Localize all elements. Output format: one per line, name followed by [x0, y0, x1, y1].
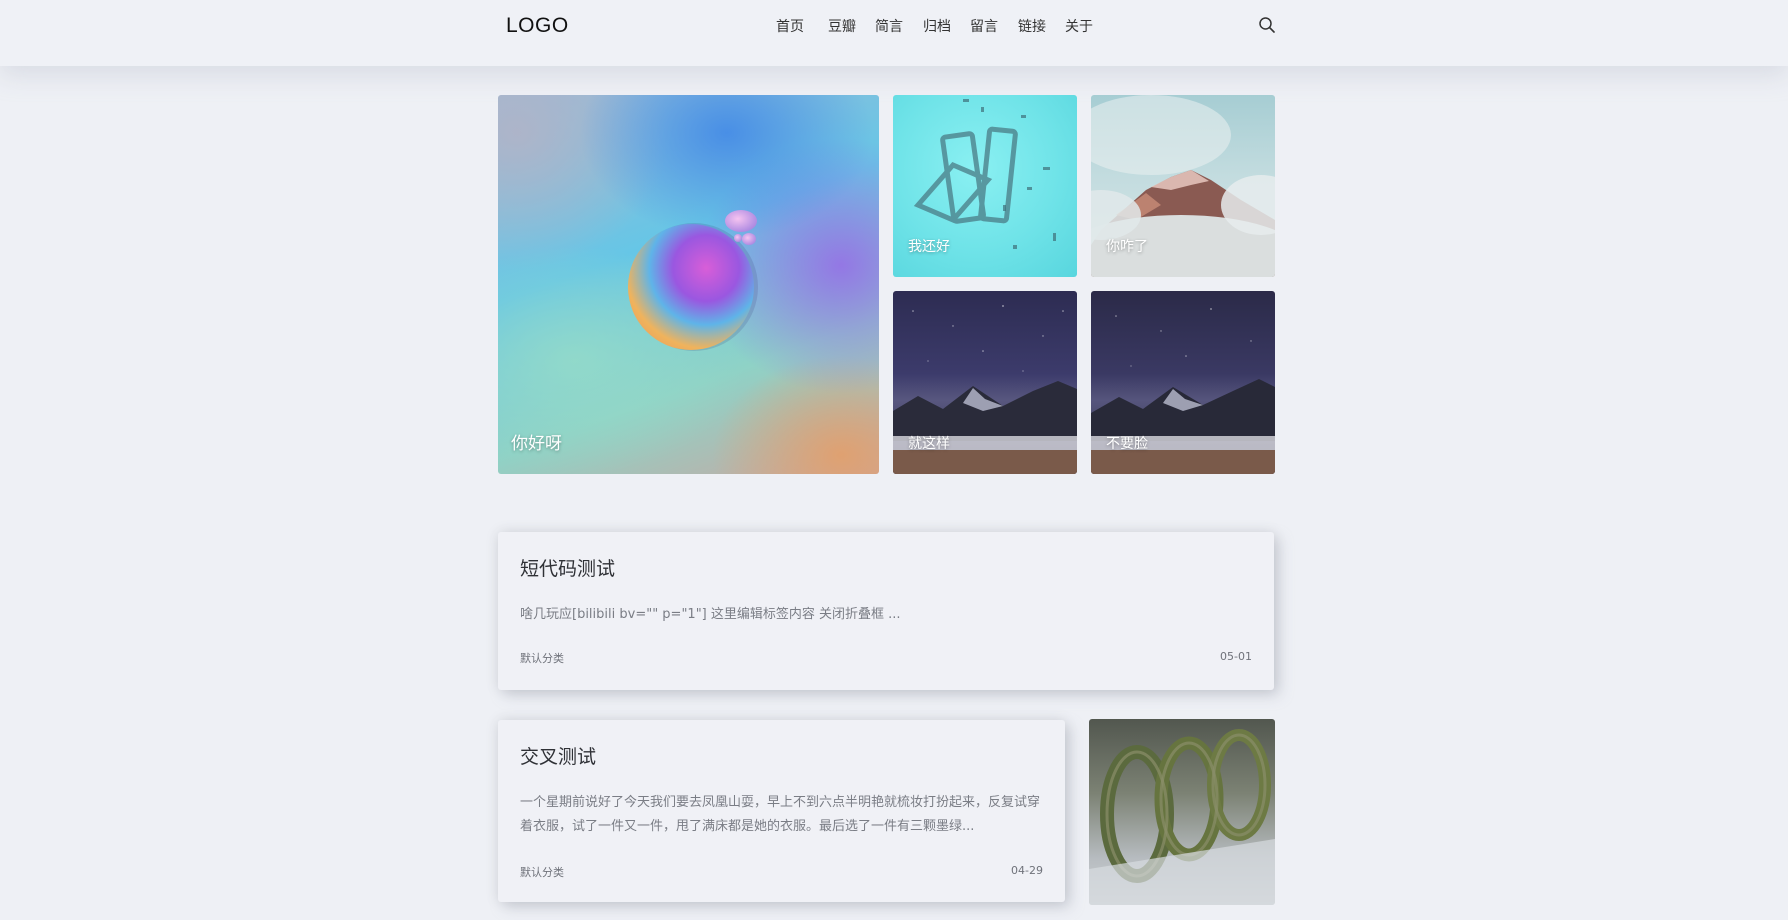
nav-item-notes[interactable]: 简言 [875, 16, 903, 36]
post-date: 04-29 [1011, 864, 1043, 877]
nav-item-links[interactable]: 链接 [1018, 16, 1046, 36]
featured-tile-2[interactable]: 你咋了 [1091, 95, 1275, 277]
featured-tile-3-caption: 就这样 [908, 436, 950, 452]
nav-item-archive[interactable]: 归档 [923, 16, 951, 36]
site-logo[interactable]: LOGO [506, 14, 569, 38]
featured-tile-1[interactable]: 我还好 [893, 95, 1077, 277]
featured-tile-4[interactable]: 不要脸 [1091, 291, 1275, 474]
post-title[interactable]: 短代码测试 [520, 554, 615, 581]
post-category[interactable]: 默认分类 [520, 864, 564, 880]
sphere-artwork [628, 210, 758, 351]
nav-item-guestbook[interactable]: 留言 [970, 16, 998, 36]
post-card[interactable]: 交叉测试 一个星期前说好了今天我们要去凤凰山耍，早上不到六点半明艳就梳妆打扮起来… [498, 720, 1065, 902]
post-thumbnail[interactable] [1089, 719, 1275, 905]
nav-item-douban[interactable]: 豆瓣 [828, 16, 856, 36]
mossy-rings-artwork [1089, 729, 1275, 905]
nav-item-about[interactable]: 关于 [1065, 16, 1093, 36]
page-bottom-edge [0, 920, 1788, 924]
post-excerpt: 一个星期前说好了今天我们要去凤凰山耍，早上不到六点半明艳就梳妆打扮起来，反复试穿… [520, 795, 1041, 834]
post-card[interactable]: 短代码测试 啥几玩应[bilibili bv="" p="1"] 这里编辑标签内… [498, 532, 1274, 690]
nav-item-home[interactable]: 首页 [776, 16, 804, 36]
featured-tile-3[interactable]: 就这样 [893, 291, 1077, 474]
site-header: LOGO 首页 豆瓣 简言 归档 留言 链接 关于 [0, 0, 1788, 66]
featured-tile-2-caption: 你咋了 [1106, 239, 1148, 255]
featured-tile-1-caption: 我还好 [908, 239, 950, 255]
post-date: 05-01 [1220, 650, 1252, 663]
featured-main-caption: 你好呀 [511, 434, 562, 454]
featured-main-tile[interactable]: 你好呀 [498, 95, 879, 474]
featured-tile-4-caption: 不要脸 [1106, 436, 1148, 452]
post-category[interactable]: 默认分类 [520, 650, 564, 666]
post-excerpt: 啥几玩应[bilibili bv="" p="1"] 这里编辑标签内容 关闭折叠… [520, 607, 901, 622]
post-title[interactable]: 交叉测试 [520, 742, 596, 769]
search-icon[interactable] [1258, 16, 1276, 34]
